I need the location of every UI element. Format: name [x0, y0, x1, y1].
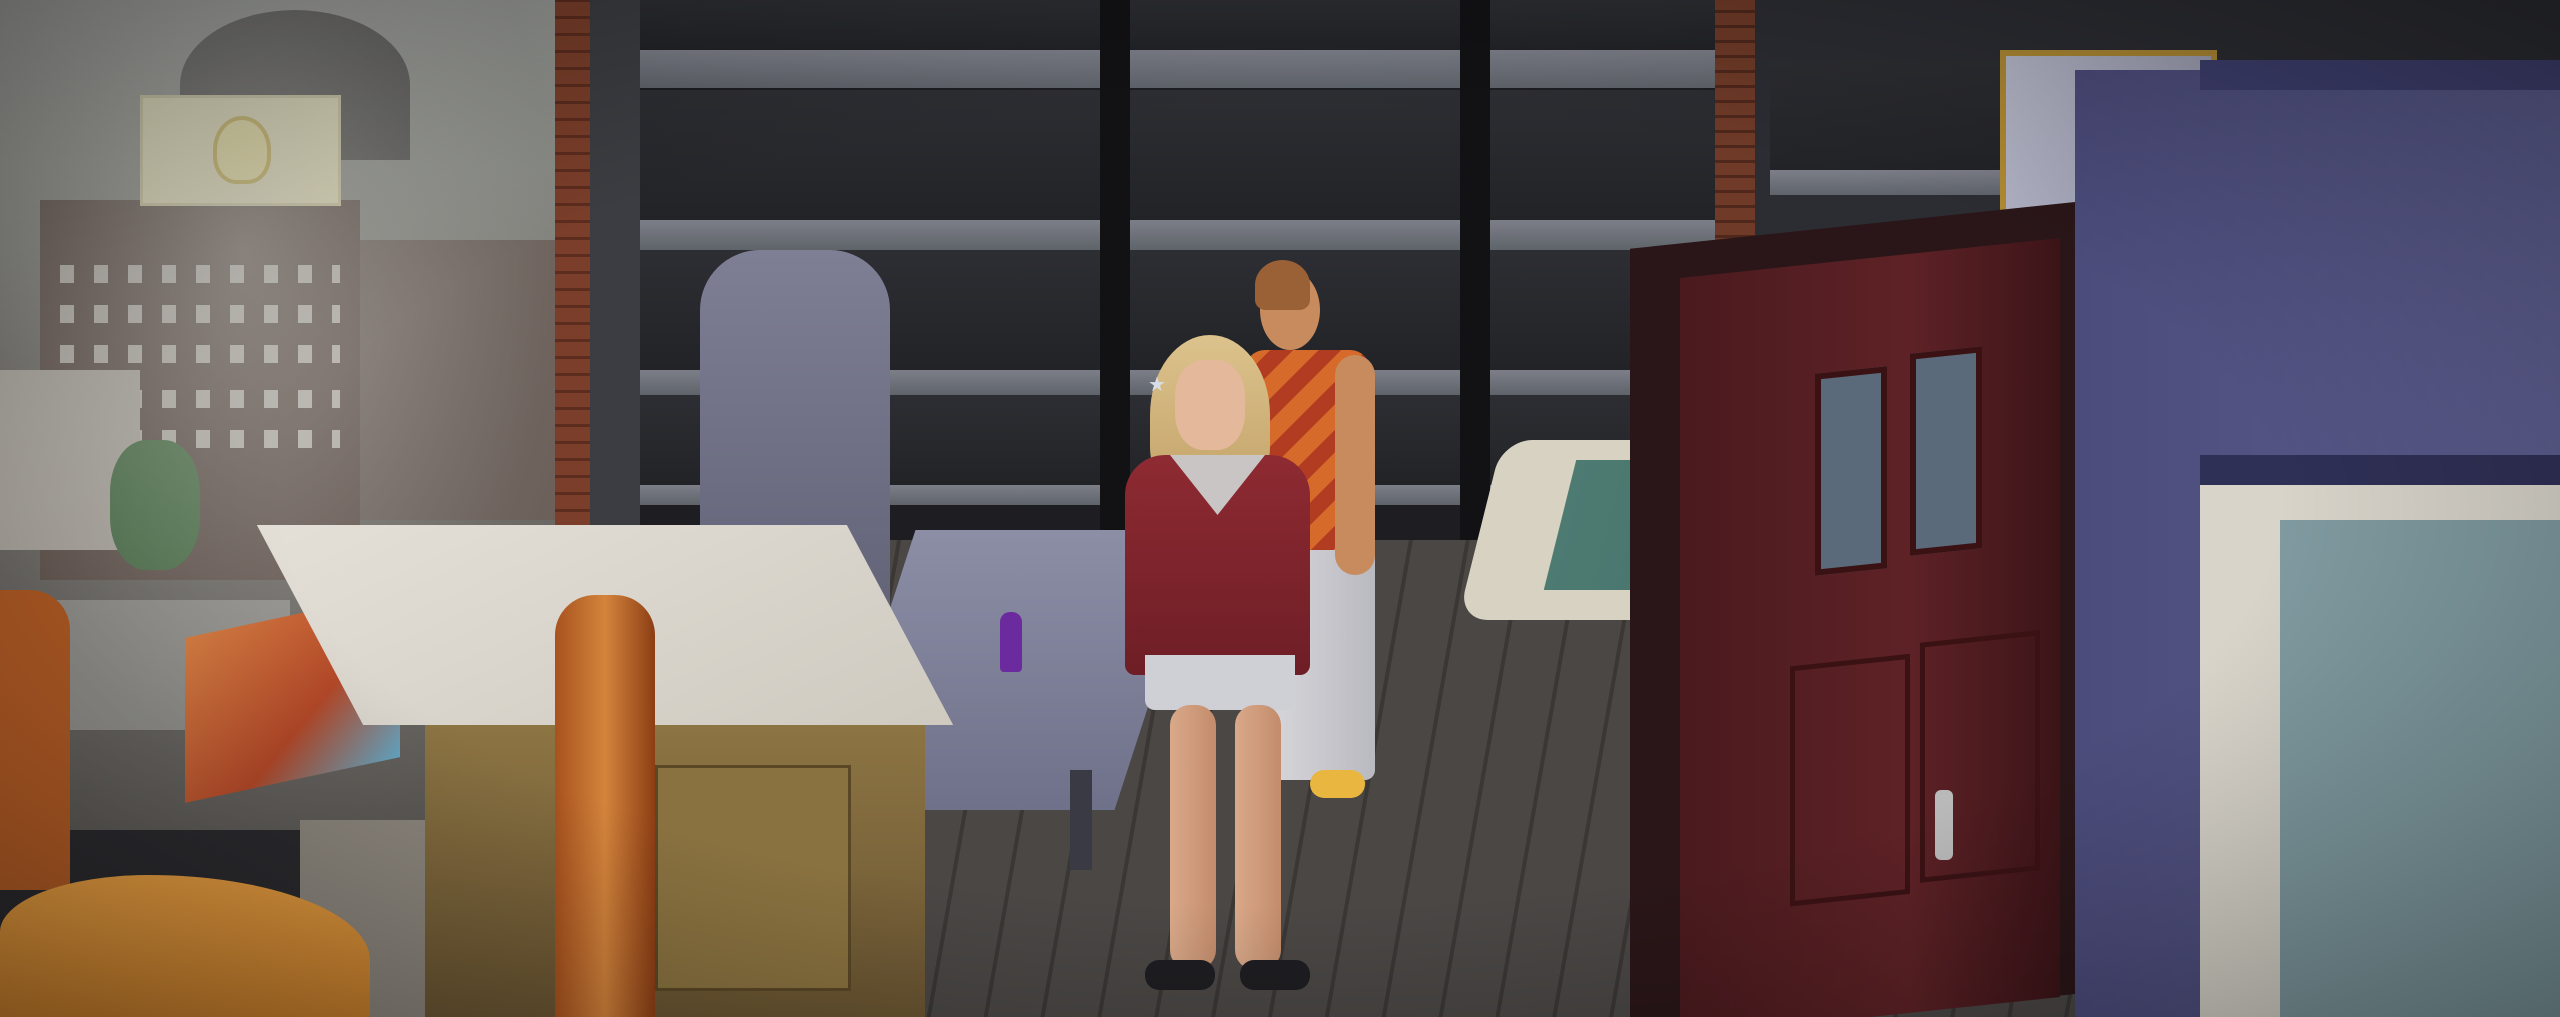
vanity-item[interactable]	[1000, 612, 1022, 672]
vanity-leg	[1070, 770, 1092, 870]
sim-woman-face	[1175, 360, 1245, 450]
sim-woman-shoe-right	[1240, 960, 1310, 990]
door-handle[interactable]	[1935, 790, 1953, 860]
sim-man-arm	[1335, 355, 1375, 575]
sim-man-shoe	[1310, 770, 1365, 798]
wooden-chair[interactable]	[555, 595, 655, 1017]
brick-pillar-right	[1715, 0, 1755, 250]
game-viewport[interactable]: ★	[0, 0, 2560, 1017]
wooden-chair-left[interactable]	[0, 590, 70, 890]
kitchen-counter[interactable]	[425, 725, 925, 1017]
sim-woman-leg-left	[1170, 705, 1216, 970]
sim-woman-shorts	[1145, 655, 1295, 710]
sim-woman-leg-right	[1235, 705, 1281, 970]
sparkle-icon: ★	[1148, 372, 1166, 396]
sim-man-hair	[1255, 260, 1310, 310]
painting-canvas	[2280, 520, 2560, 1017]
painting-frame-top	[2200, 455, 2560, 485]
partition-top	[2200, 60, 2560, 90]
sim-woman-shoe-left	[1145, 960, 1215, 990]
bedroom-door[interactable]	[1680, 238, 2060, 1017]
